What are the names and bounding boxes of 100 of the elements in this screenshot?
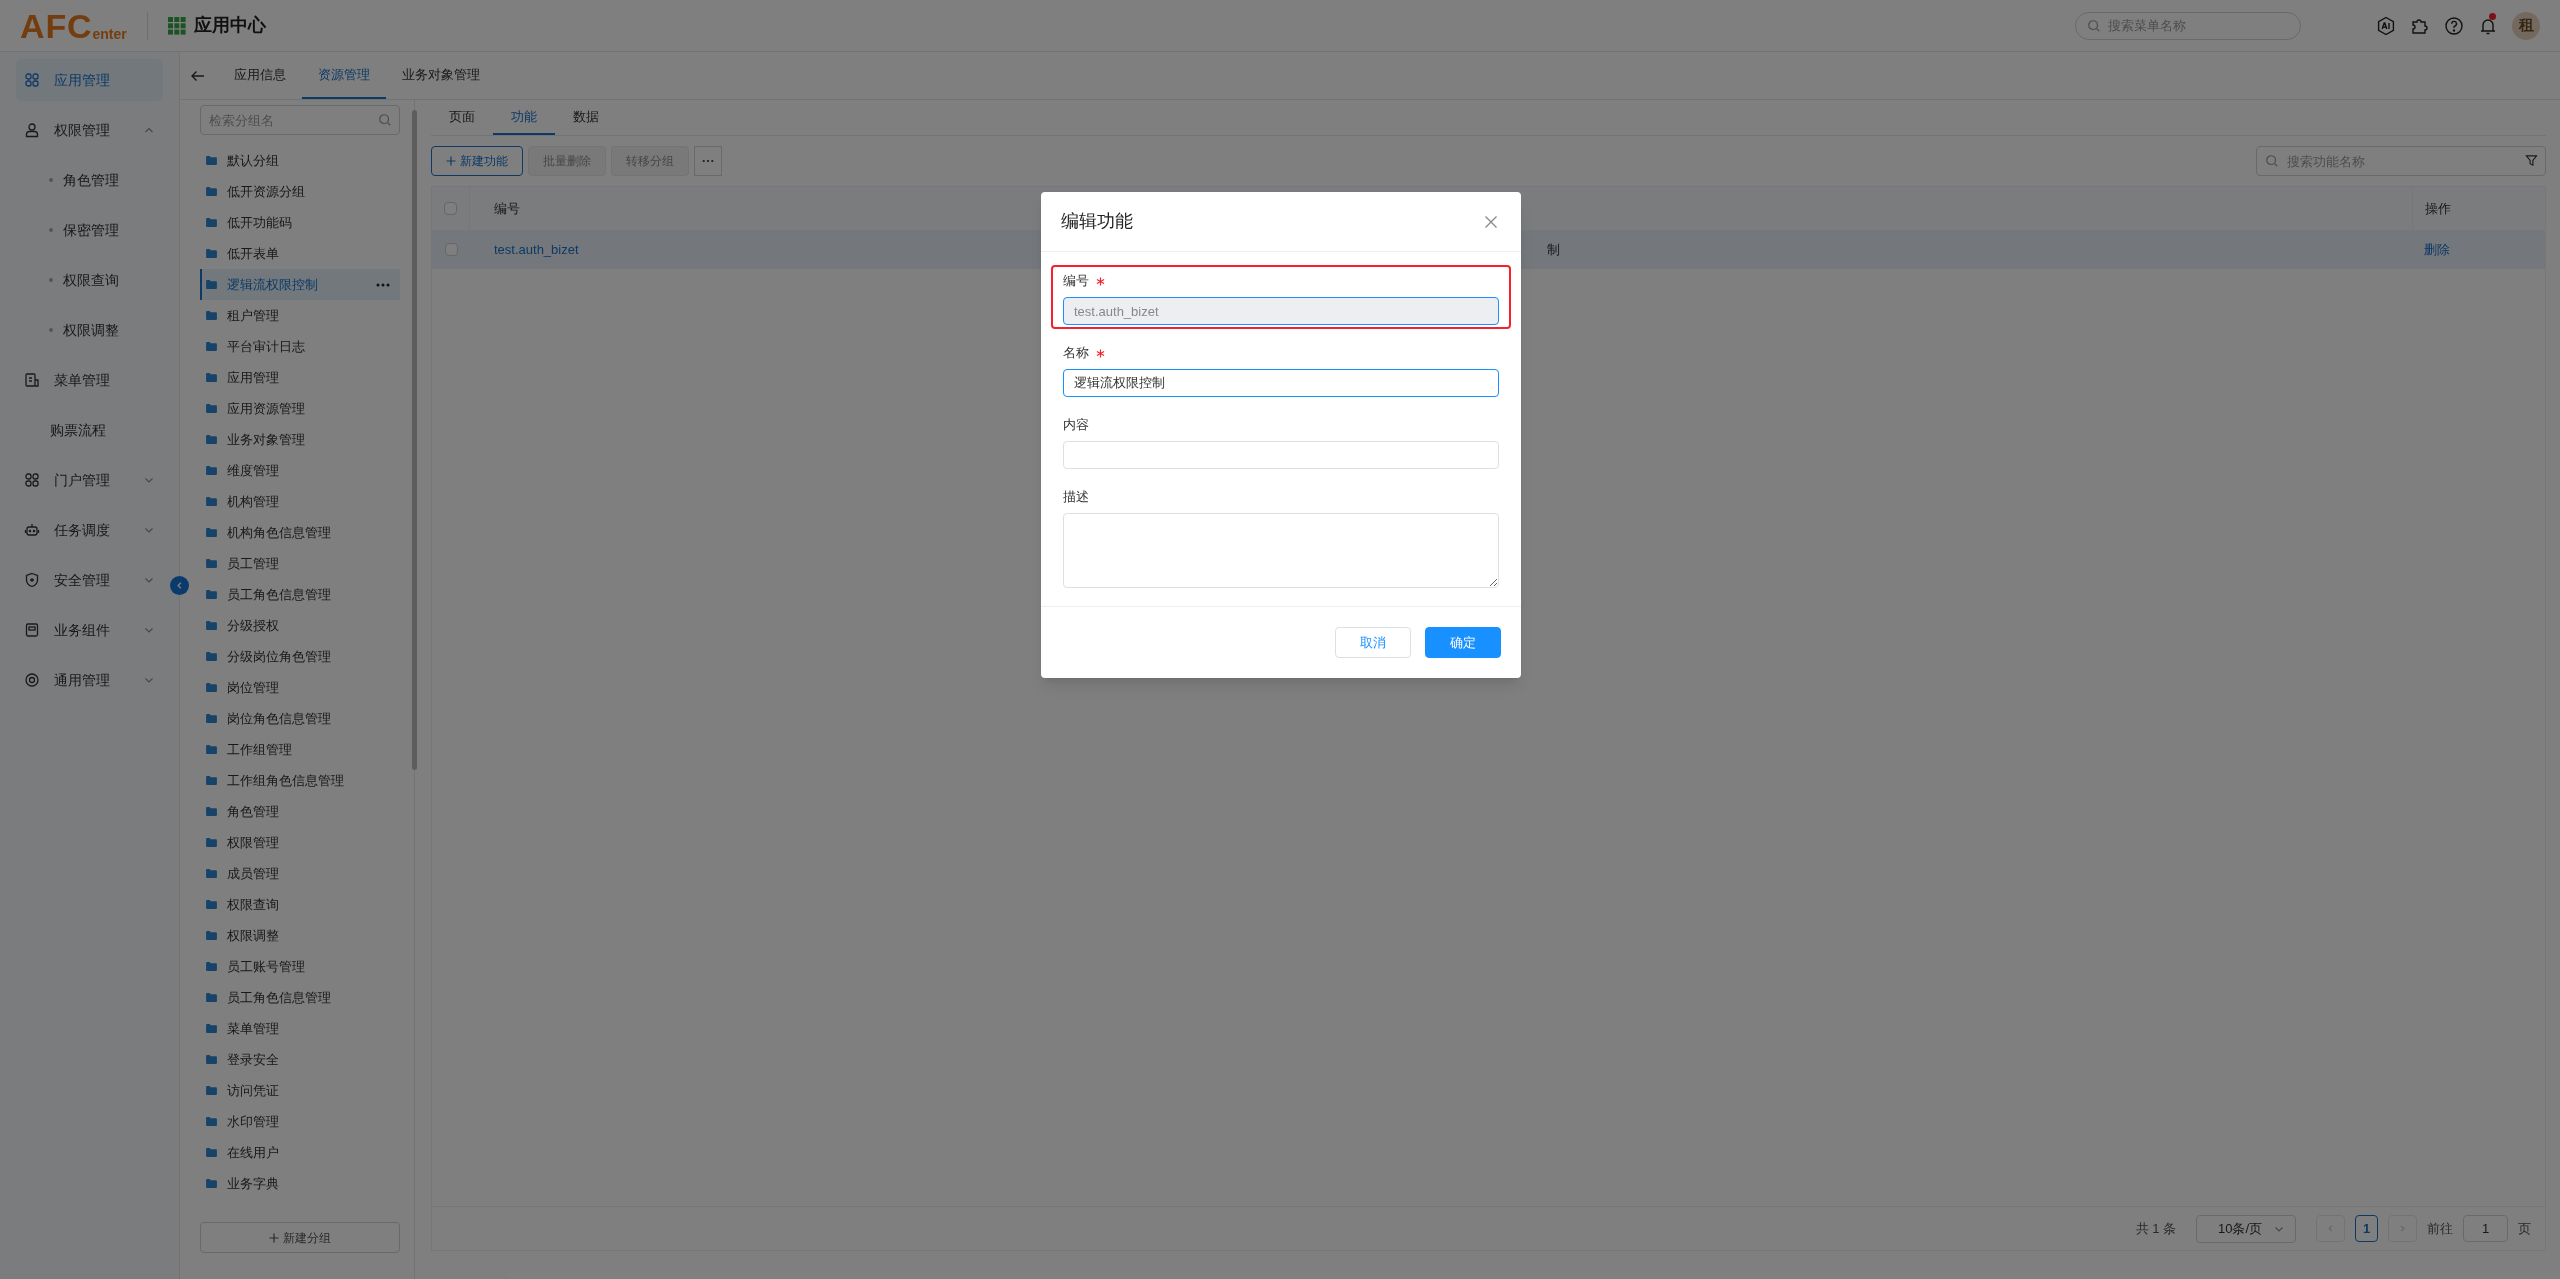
folder-icon	[206, 993, 217, 1002]
group-item[interactable]: 权限调整	[200, 920, 400, 951]
group-item[interactable]: 租户管理	[200, 300, 400, 331]
nav-item[interactable]: 权限管理	[16, 109, 163, 151]
group-item[interactable]: 权限管理	[200, 827, 400, 858]
checkbox[interactable]	[444, 202, 457, 215]
group-item[interactable]: 低开资源分组	[200, 176, 400, 207]
nav-item[interactable]: 通用管理	[16, 659, 163, 701]
nav-item[interactable]: 任务调度	[16, 509, 163, 551]
group-item[interactable]: 员工管理	[200, 548, 400, 579]
group-item[interactable]: 维度管理	[200, 455, 400, 486]
delete-link[interactable]: 删除	[2424, 239, 2450, 260]
robot-icon	[24, 522, 40, 538]
text-field[interactable]	[1063, 441, 1499, 469]
tab[interactable]: 资源管理	[302, 52, 386, 99]
table-cell[interactable]: test.auth_bizet	[494, 239, 579, 260]
folder-icon	[206, 435, 217, 444]
field-label: 描述	[1063, 488, 1089, 507]
tab[interactable]: 业务对象管理	[386, 52, 496, 99]
group-item[interactable]: 业务对象管理	[200, 424, 400, 455]
tab[interactable]: 应用信息	[218, 52, 302, 99]
nav-item[interactable]: 门户管理	[16, 459, 163, 501]
group-item[interactable]: 成员管理	[200, 858, 400, 889]
nav-item[interactable]: 购票流程	[16, 409, 163, 451]
folder-icon	[206, 1086, 217, 1095]
page-unit: 页	[2518, 1219, 2531, 1238]
folder-icon	[206, 807, 217, 816]
nav-item[interactable]: 应用管理	[16, 59, 163, 101]
folder-icon	[206, 1117, 217, 1126]
group-item[interactable]: 低开表单	[200, 238, 400, 269]
folder-icon	[206, 962, 217, 971]
grid-icon	[24, 72, 40, 88]
group-item[interactable]: 应用管理	[200, 362, 400, 393]
tab[interactable]: 数据	[555, 100, 617, 135]
group-item[interactable]: 菜单管理	[200, 1013, 400, 1044]
logo: AFCenter	[20, 8, 127, 43]
group-item[interactable]: 岗位角色信息管理	[200, 703, 400, 734]
group-item[interactable]: 机构管理	[200, 486, 400, 517]
filter-icon[interactable]	[2525, 154, 2538, 167]
tab[interactable]: 页面	[431, 100, 493, 135]
group-item[interactable]: 权限查询	[200, 889, 400, 920]
cancel-button[interactable]: 取消	[1335, 627, 1411, 658]
group-item[interactable]: 机构角色信息管理	[200, 517, 400, 548]
group-item[interactable]: 业务字典	[200, 1168, 400, 1199]
folder-icon	[206, 404, 217, 413]
group-item[interactable]: 访问凭证	[200, 1075, 400, 1106]
group-item[interactable]: 低开功能码	[200, 207, 400, 238]
nav-item[interactable]: 菜单管理	[16, 359, 163, 401]
folder-icon	[206, 466, 217, 475]
search-icon	[2087, 18, 2101, 33]
bullet-icon	[49, 178, 53, 182]
ai-icon[interactable]	[2376, 15, 2396, 36]
nav-item[interactable]: 业务组件	[16, 609, 163, 651]
group-item[interactable]: 平台审计日志	[200, 331, 400, 362]
toolbar-button[interactable]: 新建功能	[431, 146, 523, 176]
group-item[interactable]: 登录安全	[200, 1044, 400, 1075]
folder-icon	[206, 652, 217, 661]
close-icon[interactable]	[1484, 214, 1498, 229]
dialog-title: 编辑功能	[1061, 210, 1133, 233]
group-item[interactable]: 分级岗位角色管理	[200, 641, 400, 672]
folder-icon	[206, 528, 217, 537]
group-item[interactable]: 应用资源管理	[200, 393, 400, 424]
nav-subitem[interactable]: 权限调整	[16, 309, 163, 351]
group-item[interactable]: 逻辑流权限控制	[200, 269, 400, 300]
group-item[interactable]: 默认分组	[200, 145, 400, 176]
folder-icon	[206, 931, 217, 940]
tab[interactable]: 功能	[493, 100, 555, 135]
group-item[interactable]: 工作组角色信息管理	[200, 765, 400, 796]
group-item[interactable]: 工作组管理	[200, 734, 400, 765]
field-label: 内容	[1063, 416, 1089, 435]
more-icon[interactable]	[376, 282, 390, 287]
goto-page-field[interactable]: 1	[2463, 1215, 2508, 1242]
group-item[interactable]: 岗位管理	[200, 672, 400, 703]
nav-subitem[interactable]: 保密管理	[16, 209, 163, 251]
folder-icon	[206, 497, 217, 506]
checkbox[interactable]	[444, 243, 458, 256]
group-item[interactable]: 员工角色信息管理	[200, 982, 400, 1013]
nav-item[interactable]: 安全管理	[16, 559, 163, 601]
group-item[interactable]: 分级授权	[200, 610, 400, 641]
chevron-left-icon	[175, 581, 184, 590]
group-item[interactable]: 水印管理	[200, 1106, 400, 1137]
description-field[interactable]	[1063, 513, 1499, 588]
document-icon	[24, 372, 40, 388]
bullet-icon	[49, 228, 53, 232]
search-icon	[2265, 154, 2279, 168]
group-item[interactable]: 员工账号管理	[200, 951, 400, 982]
page-size-select[interactable]: 10条/页	[2196, 1214, 2296, 1243]
chevron-left-icon	[2326, 1224, 2335, 1233]
text-field[interactable]: 逻辑流权限控制	[1063, 369, 1499, 397]
shield-icon	[24, 572, 40, 588]
nav-subitem[interactable]: 角色管理	[16, 159, 163, 201]
confirm-button[interactable]: 确定	[1425, 627, 1501, 658]
nav-subitem[interactable]: 权限查询	[16, 259, 163, 301]
help-icon[interactable]	[2444, 15, 2464, 36]
avatar[interactable]: 租	[2512, 11, 2540, 40]
new-group-button[interactable]: 新建分组	[200, 1222, 400, 1253]
group-item[interactable]: 角色管理	[200, 796, 400, 827]
group-item[interactable]: 员工角色信息管理	[200, 579, 400, 610]
group-item[interactable]: 在线用户	[200, 1137, 400, 1168]
page-number[interactable]: 1	[2355, 1215, 2378, 1242]
